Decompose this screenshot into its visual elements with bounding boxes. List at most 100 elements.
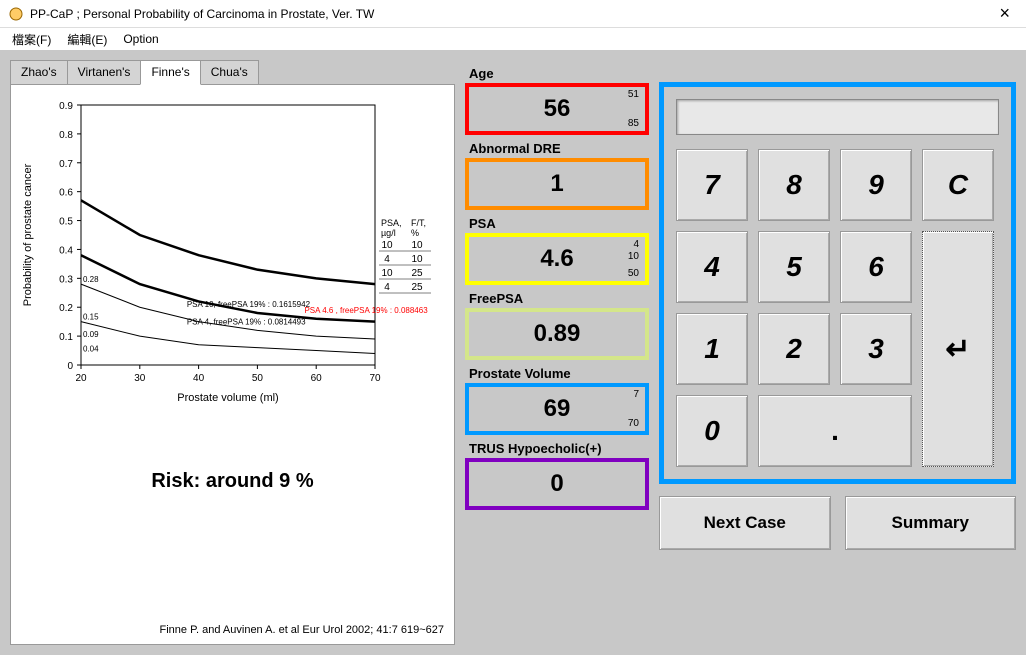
svg-text:25: 25 — [411, 282, 423, 293]
window-titlebar: PP-CaP ; Personal Probability of Carcino… — [0, 0, 1026, 28]
svg-text:PSA,: PSA, — [381, 218, 402, 228]
trus-input[interactable]: 0 — [465, 458, 649, 510]
trus-label: TRUS Hypoecholic(+) — [465, 439, 649, 458]
freepsa-label: FreePSA — [465, 289, 649, 308]
svg-text:F/T,: F/T, — [411, 218, 426, 228]
close-icon[interactable]: × — [991, 3, 1018, 24]
svg-text:0.28: 0.28 — [83, 275, 99, 284]
svg-text:50: 50 — [252, 373, 264, 384]
key-0[interactable]: 0 — [676, 395, 748, 467]
svg-text:0.2: 0.2 — [59, 303, 73, 314]
key-clear[interactable]: C — [922, 149, 994, 221]
svg-text:%: % — [411, 228, 419, 238]
key-5[interactable]: 5 — [758, 231, 830, 303]
key-7[interactable]: 7 — [676, 149, 748, 221]
svg-text:60: 60 — [311, 373, 323, 384]
svg-text:0.9: 0.9 — [59, 101, 73, 112]
tab-virtanen[interactable]: Virtanen's — [67, 60, 142, 84]
svg-text:4: 4 — [384, 254, 390, 265]
svg-text:10: 10 — [411, 240, 423, 251]
svg-text:PSA 4, freePSA 19% : 0.0814493: PSA 4, freePSA 19% : 0.0814493 — [187, 318, 306, 327]
probability-chart: 00.10.20.30.40.50.60.70.80.9203040506070… — [17, 95, 448, 425]
action-buttons: Next Case Summary — [659, 496, 1016, 550]
key-9[interactable]: 9 — [840, 149, 912, 221]
dre-label: Abnormal DRE — [465, 139, 649, 158]
svg-text:PSA 4.6 , freePSA 19% : 0.0884: PSA 4.6 , freePSA 19% : 0.088463 — [304, 306, 428, 315]
psa-input[interactable]: 4 10 4.6 50 — [465, 233, 649, 285]
chart-panel: 00.10.20.30.40.50.60.70.80.9203040506070… — [10, 84, 455, 645]
app-icon — [8, 6, 24, 22]
calculator-keypad: 7 8 9 C 4 5 6 ↵ 1 2 3 0 . — [676, 149, 999, 467]
svg-text:0.3: 0.3 — [59, 274, 73, 285]
svg-text:0.5: 0.5 — [59, 217, 73, 228]
svg-text:25: 25 — [411, 268, 423, 279]
menu-edit[interactable]: 編輯(E) — [59, 29, 115, 50]
svg-text:10: 10 — [381, 268, 393, 279]
svg-text:0: 0 — [67, 361, 73, 372]
freepsa-input[interactable]: 0.89 — [465, 308, 649, 360]
psa-label: PSA — [465, 214, 649, 233]
svg-text:30: 30 — [134, 373, 146, 384]
key-6[interactable]: 6 — [840, 231, 912, 303]
age-label: Age — [465, 64, 649, 83]
svg-text:0.04: 0.04 — [83, 344, 99, 353]
psa-mid: 10 — [628, 251, 639, 262]
key-3[interactable]: 3 — [840, 313, 912, 385]
tab-finne[interactable]: Finne's — [140, 60, 200, 85]
age-value: 56 — [544, 95, 571, 123]
key-4[interactable]: 4 — [676, 231, 748, 303]
dre-input[interactable]: 1 — [465, 158, 649, 210]
pv-min: 7 — [633, 389, 639, 400]
svg-text:10: 10 — [411, 254, 423, 265]
main-area: Zhao's Virtanen's Finne's Chua's 00.10.2… — [0, 50, 1026, 655]
svg-text:0.09: 0.09 — [83, 330, 99, 339]
svg-text:0.8: 0.8 — [59, 130, 73, 141]
trus-value: 0 — [550, 470, 563, 498]
prostate-volume-input[interactable]: 7 69 70 — [465, 383, 649, 435]
svg-text:µg/l: µg/l — [381, 228, 396, 238]
age-min: 51 — [628, 89, 639, 100]
tab-chua[interactable]: Chua's — [200, 60, 259, 84]
key-2[interactable]: 2 — [758, 313, 830, 385]
dre-value: 1 — [550, 170, 563, 198]
svg-text:0.6: 0.6 — [59, 188, 73, 199]
window-title: PP-CaP ; Personal Probability of Carcino… — [30, 7, 991, 21]
age-max: 85 — [628, 118, 639, 129]
svg-text:70: 70 — [369, 373, 381, 384]
svg-text:0.4: 0.4 — [59, 245, 73, 256]
risk-result-text: Risk: around 9 % — [17, 470, 448, 493]
pv-value: 69 — [544, 395, 571, 423]
key-8[interactable]: 8 — [758, 149, 830, 221]
calculator-panel: 7 8 9 C 4 5 6 ↵ 1 2 3 0 . Next Case Summ… — [659, 60, 1016, 645]
svg-text:0.1: 0.1 — [59, 332, 73, 343]
calculator-display[interactable] — [676, 99, 999, 135]
svg-text:10: 10 — [381, 240, 393, 251]
pv-max: 70 — [628, 418, 639, 429]
key-enter[interactable]: ↵ — [922, 231, 994, 467]
svg-text:Probability of prostate cancer: Probability of prostate cancer — [22, 163, 34, 306]
psa-min: 4 — [633, 239, 639, 250]
age-input[interactable]: 51 56 85 — [465, 83, 649, 135]
citation-text: Finne P. and Auvinen A. et al Eur Urol 2… — [160, 624, 444, 636]
menu-file[interactable]: 檔案(F) — [4, 29, 59, 50]
key-dot[interactable]: . — [758, 395, 912, 467]
svg-text:40: 40 — [193, 373, 205, 384]
inputs-panel: Age 51 56 85 Abnormal DRE 1 PSA 4 10 4.6… — [465, 60, 649, 645]
calculator: 7 8 9 C 4 5 6 ↵ 1 2 3 0 . — [659, 82, 1016, 484]
menu-option[interactable]: Option — [115, 30, 166, 48]
next-case-button[interactable]: Next Case — [659, 496, 831, 550]
svg-text:0.15: 0.15 — [83, 313, 99, 322]
psa-value: 4.6 — [540, 245, 573, 273]
tab-zhao[interactable]: Zhao's — [10, 60, 68, 84]
svg-text:Prostate volume (ml): Prostate volume (ml) — [177, 392, 278, 404]
left-panel: Zhao's Virtanen's Finne's Chua's 0 0.1 0.2… — [10, 60, 455, 645]
svg-text:PSA 10, freePSA 19% : 0.161594: PSA 10, freePSA 19% : 0.1615942 — [187, 300, 311, 309]
svg-text:20: 20 — [75, 373, 87, 384]
psa-max: 50 — [628, 268, 639, 279]
model-tabs: Zhao's Virtanen's Finne's Chua's — [10, 60, 455, 84]
menu-bar: 檔案(F) 編輯(E) Option — [0, 28, 1026, 50]
prostate-volume-label: Prostate Volume — [465, 364, 649, 383]
summary-button[interactable]: Summary — [845, 496, 1017, 550]
svg-text:4: 4 — [384, 282, 390, 293]
key-1[interactable]: 1 — [676, 313, 748, 385]
